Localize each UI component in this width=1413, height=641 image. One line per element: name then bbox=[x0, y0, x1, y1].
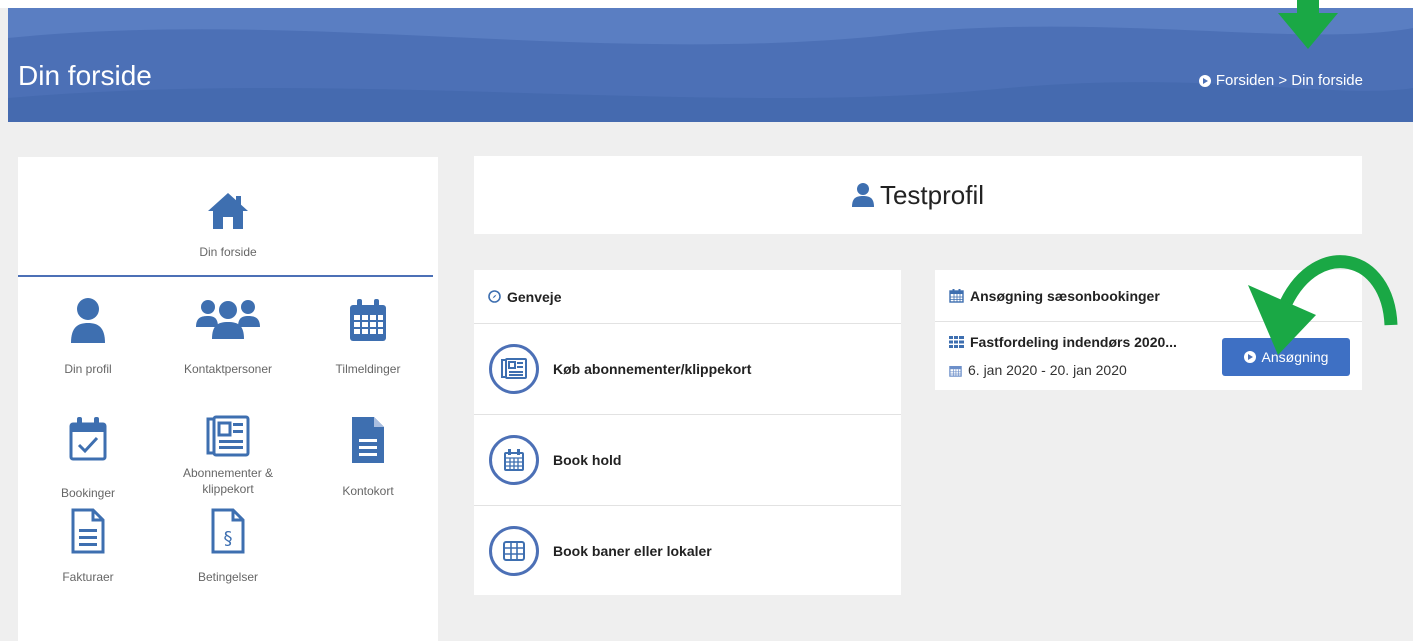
sidebar-item-abonnementer[interactable]: Abonnementer & klippekort bbox=[158, 415, 298, 497]
profile-name: Testprofil bbox=[879, 179, 985, 210]
circle-arrow-icon bbox=[1198, 74, 1211, 87]
sidebar-item-label: Fakturaer bbox=[62, 570, 114, 584]
shortcuts-title: Genveje bbox=[507, 288, 562, 305]
newspaper-icon bbox=[501, 358, 527, 379]
compass-icon bbox=[488, 290, 501, 303]
banner-wave-decoration bbox=[8, 8, 1413, 122]
season-booking-title: Ansøgning sæsonbookinger bbox=[970, 287, 1160, 304]
season-entry-title-row: Fastfordeling indendørs 2020... bbox=[949, 334, 1219, 350]
sidebar-item-kontaktpersoner[interactable]: Kontaktpersoner bbox=[158, 297, 298, 377]
sidebar-item-label: Bookinger bbox=[60, 486, 116, 500]
sidebar-item-fakturaer[interactable]: Fakturaer bbox=[18, 507, 158, 585]
newspaper-icon bbox=[206, 415, 250, 457]
page-header-banner: Din forside Forsiden > Din forside bbox=[8, 8, 1413, 122]
user-icon bbox=[851, 183, 874, 207]
sidebar-item-kontokort[interactable]: Kontokort bbox=[298, 415, 438, 499]
sidebar-item-label: Tilmeldinger bbox=[335, 362, 401, 376]
shortcut-icon-ring bbox=[489, 526, 539, 576]
shortcut-book-hold[interactable]: Book hold bbox=[474, 414, 901, 505]
profile-card: Testprofil bbox=[474, 156, 1362, 234]
sidebar-item-home[interactable]: Din forside bbox=[18, 157, 438, 275]
invoice-icon bbox=[71, 508, 105, 554]
page-title: Din forside bbox=[18, 60, 152, 91]
sidebar-item-label: Kontaktpersoner bbox=[183, 362, 273, 376]
calendar-icon bbox=[949, 289, 964, 303]
sidebar-item-label: Betingelser bbox=[197, 570, 259, 584]
sidebar-menu: Din forside Din profil Kontaktpersoner T… bbox=[18, 157, 438, 641]
user-icon bbox=[71, 298, 105, 343]
annotation-arrow-down-icon bbox=[1278, 0, 1338, 49]
users-icon bbox=[196, 300, 260, 339]
calendar-icon bbox=[350, 299, 386, 341]
season-entry-title: Fastfordeling indendørs 2020... bbox=[970, 334, 1177, 350]
divider bbox=[18, 275, 433, 277]
terms-icon: § bbox=[211, 508, 245, 554]
calendar-icon bbox=[949, 365, 962, 377]
document-icon bbox=[352, 417, 384, 463]
table-icon bbox=[949, 336, 964, 348]
shortcut-label[interactable]: Book hold bbox=[553, 452, 621, 468]
calendar-check-icon bbox=[69, 417, 107, 461]
sidebar-item-din-profil[interactable]: Din profil bbox=[18, 297, 158, 377]
shortcut-label[interactable]: Køb abonnementer/klippekort bbox=[553, 361, 751, 377]
annotation-curved-arrow-icon bbox=[1248, 255, 1398, 355]
home-icon bbox=[208, 193, 248, 229]
season-entry-dates-row: 6. jan 2020 - 20. jan 2020 bbox=[949, 362, 1127, 378]
breadcrumb-text[interactable]: Forsiden > Din forside bbox=[1216, 72, 1363, 89]
sidebar-item-home-label: Din forside bbox=[199, 245, 257, 259]
shortcut-book-baner[interactable]: Book baner eller lokaler bbox=[474, 505, 901, 596]
shortcut-buy-subscriptions[interactable]: Køb abonnementer/klippekort bbox=[474, 323, 901, 414]
shortcut-icon-ring bbox=[489, 344, 539, 394]
sidebar-item-betingelser[interactable]: § Betingelser bbox=[158, 507, 298, 585]
shortcut-label[interactable]: Book baner eller lokaler bbox=[553, 543, 712, 559]
sidebar-item-label: Din profil bbox=[64, 362, 112, 376]
shortcuts-header: Genveje bbox=[474, 270, 901, 324]
shortcuts-card: Genveje Køb abonnementer/klippekort Book… bbox=[474, 270, 901, 595]
grid-icon bbox=[503, 541, 525, 561]
top-strip bbox=[0, 0, 1413, 8]
sidebar-item-label: Abonnementer & klippekort bbox=[182, 466, 274, 496]
shortcut-icon-ring bbox=[489, 435, 539, 485]
breadcrumb[interactable]: Forsiden > Din forside bbox=[1198, 72, 1363, 89]
season-entry-dates: 6. jan 2020 - 20. jan 2020 bbox=[968, 362, 1127, 378]
sidebar-item-label: Kontokort bbox=[342, 484, 394, 498]
sidebar-item-tilmeldinger[interactable]: Tilmeldinger bbox=[298, 297, 438, 377]
calendar-icon bbox=[504, 449, 524, 471]
svg-text:§: § bbox=[224, 528, 233, 549]
sidebar-item-bookinger[interactable]: Bookinger bbox=[18, 415, 158, 501]
